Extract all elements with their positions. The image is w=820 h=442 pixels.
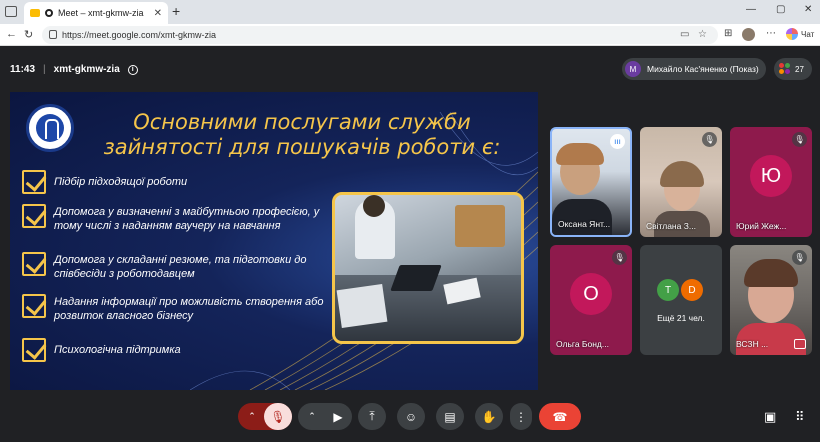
recording-icon xyxy=(45,9,53,17)
more-options-button[interactable]: ⋮ xyxy=(510,403,532,430)
present-screen-button[interactable]: ⤒ xyxy=(358,403,386,430)
camera-indicator-icon[interactable]: ▭ xyxy=(680,29,689,40)
participant-initial-avatar: T xyxy=(657,279,679,301)
captions-button[interactable]: ▤ xyxy=(436,403,464,430)
participant-name: Оксана Янт... xyxy=(558,219,611,229)
bullet-text: Допомога у визначенні з майбутньою профе… xyxy=(54,206,320,232)
bookmark-star-icon[interactable]: ☆ xyxy=(698,29,707,40)
meeting-code: xmt-gkmw-zia xyxy=(53,64,120,75)
end-call-button[interactable]: ☎ xyxy=(539,403,581,430)
checkbox-icon xyxy=(22,338,46,362)
office-meeting-photo xyxy=(332,192,524,344)
mic-off-icon: 🎙 xyxy=(702,132,717,147)
participant-initials-group: T D xyxy=(657,279,703,301)
chat-button[interactable]: Чат xyxy=(786,28,814,40)
participant-name: Ольга Бонд... xyxy=(556,339,609,349)
emoji-reactions-button[interactable]: ☺ xyxy=(397,403,425,430)
meet-window: 11:43 | xmt-gkmw-zia i M Михайло Кас'яне… xyxy=(0,47,820,442)
slide-bullet: Підбір підходящої роботи xyxy=(22,170,326,194)
video-options-chevron-icon[interactable]: ⌃ xyxy=(300,403,324,430)
more-participants-tile[interactable]: T D Ещё 21 чел. xyxy=(640,245,722,355)
employment-service-logo xyxy=(26,104,74,152)
participant-tile[interactable]: 🎙 ВСЗН ... xyxy=(730,245,812,355)
participants-button[interactable]: 27 xyxy=(774,58,812,80)
presenter-chip[interactable]: M Михайло Кас'яненко (Показ) xyxy=(622,58,766,80)
bullet-text: Підбір підходящої роботи xyxy=(54,176,188,188)
mic-off-icon: 🎙 xyxy=(792,132,807,147)
bullet-text: Психологічна підтримка xyxy=(54,344,181,356)
slide-bullet: Допомога у визначенні з майбутньою профе… xyxy=(22,204,326,233)
extensions-icon[interactable]: ⊞ xyxy=(724,28,732,39)
tab-close-icon[interactable]: ✕ xyxy=(154,8,162,19)
chat-label: Чат xyxy=(801,29,815,39)
slide-bullet: Допомога у складанні резюме, та підготов… xyxy=(22,252,326,281)
participant-initial-avatar: D xyxy=(681,279,703,301)
back-arrow-icon[interactable]: ← xyxy=(6,28,17,40)
url-text: https://meet.google.com/xmt-gkmw-zia xyxy=(62,30,217,40)
participant-count: 27 xyxy=(795,64,804,74)
browser-tab-bar: Meet – xmt-gkmw-zia ✕ + — ▢ ✕ xyxy=(0,0,820,24)
browser-tab-meet[interactable]: Meet – xmt-gkmw-zia ✕ xyxy=(24,2,168,24)
bullet-text: Допомога у складанні резюме, та підготов… xyxy=(54,254,307,280)
slide-title: Основними послугами служби зайнятості дл… xyxy=(103,110,501,159)
checkbox-icon xyxy=(22,252,46,276)
participant-tile[interactable]: Ю 🎙 Юрий Жеж... xyxy=(730,127,812,237)
meeting-header: 11:43 | xmt-gkmw-zia i xyxy=(10,64,138,75)
participant-name: Юрий Жеж... xyxy=(736,221,787,231)
url-field[interactable]: https://meet.google.com/xmt-gkmw-zia ▭ ☆ xyxy=(42,26,718,44)
mic-off-icon: 🎙 xyxy=(792,250,807,265)
slide-bullet: Надання інформації про можливість створе… xyxy=(22,294,326,323)
participant-name: ВСЗН ... xyxy=(736,339,769,349)
pip-icon xyxy=(794,339,806,349)
participant-tile[interactable]: ııı Оксана Янт... xyxy=(550,127,632,237)
new-tab-button[interactable]: + xyxy=(172,3,180,19)
checkbox-icon xyxy=(22,170,46,194)
bullet-text: Надання інформації про можливість створе… xyxy=(54,296,324,322)
audio-options-chevron-icon[interactable]: ⌃ xyxy=(240,403,264,430)
meeting-time: 11:43 xyxy=(10,64,36,75)
header-separator: | xyxy=(43,64,46,75)
participant-avatar: О xyxy=(570,273,612,315)
participant-avatar: Ю xyxy=(750,155,792,197)
camera-button[interactable]: ▶ xyxy=(324,403,352,430)
audio-wave-icon: ııı xyxy=(610,134,625,149)
checkbox-icon xyxy=(22,294,46,318)
call-controls: ⌃ 🎙 ⌃ ▶ ⤒ ☺ ▤ ✋ ⋮ ☎ ▣ ⠿ xyxy=(0,399,820,439)
activities-icon[interactable]: ⠿ xyxy=(795,409,805,425)
maximize-button[interactable]: ▢ xyxy=(776,4,785,15)
participant-name: Світлана З... xyxy=(646,221,696,231)
shared-screen-slide: Основними послугами служби зайнятості дл… xyxy=(10,92,538,390)
people-icon xyxy=(779,63,791,75)
presenter-label: Михайло Кас'яненко (Показ) xyxy=(647,64,759,74)
copilot-icon xyxy=(786,28,798,40)
address-bar-row: ← ↻ https://meet.google.com/xmt-gkmw-zia… xyxy=(0,24,820,46)
mic-off-icon: 🎙 xyxy=(612,250,627,265)
tab-title: Meet – xmt-gkmw-zia xyxy=(58,8,144,18)
minimize-button[interactable]: — xyxy=(746,4,756,15)
more-participants-label: Ещё 21 чел. xyxy=(657,313,705,323)
raise-hand-button[interactable]: ✋ xyxy=(475,403,503,430)
participant-tile[interactable]: 🎙 Світлана З... xyxy=(640,127,722,237)
mic-off-button[interactable]: 🎙 xyxy=(264,403,292,430)
meeting-info-icon[interactable]: i xyxy=(127,64,138,75)
slide-bullet: Психологічна підтримка xyxy=(22,338,326,362)
tab-actions-icon[interactable] xyxy=(5,6,17,17)
participant-tile[interactable]: О 🎙 Ольга Бонд... xyxy=(550,245,632,355)
window-close-button[interactable]: ✕ xyxy=(804,4,812,15)
chat-icon[interactable]: ▣ xyxy=(764,409,776,425)
presenter-avatar: M xyxy=(625,61,641,77)
meet-favicon-icon xyxy=(30,9,40,17)
profile-avatar[interactable] xyxy=(742,28,755,41)
site-info-icon[interactable] xyxy=(49,30,57,39)
checkbox-icon xyxy=(22,204,46,228)
reload-icon[interactable]: ↻ xyxy=(24,28,33,41)
menu-dots-icon[interactable]: ⋯ xyxy=(766,28,776,39)
